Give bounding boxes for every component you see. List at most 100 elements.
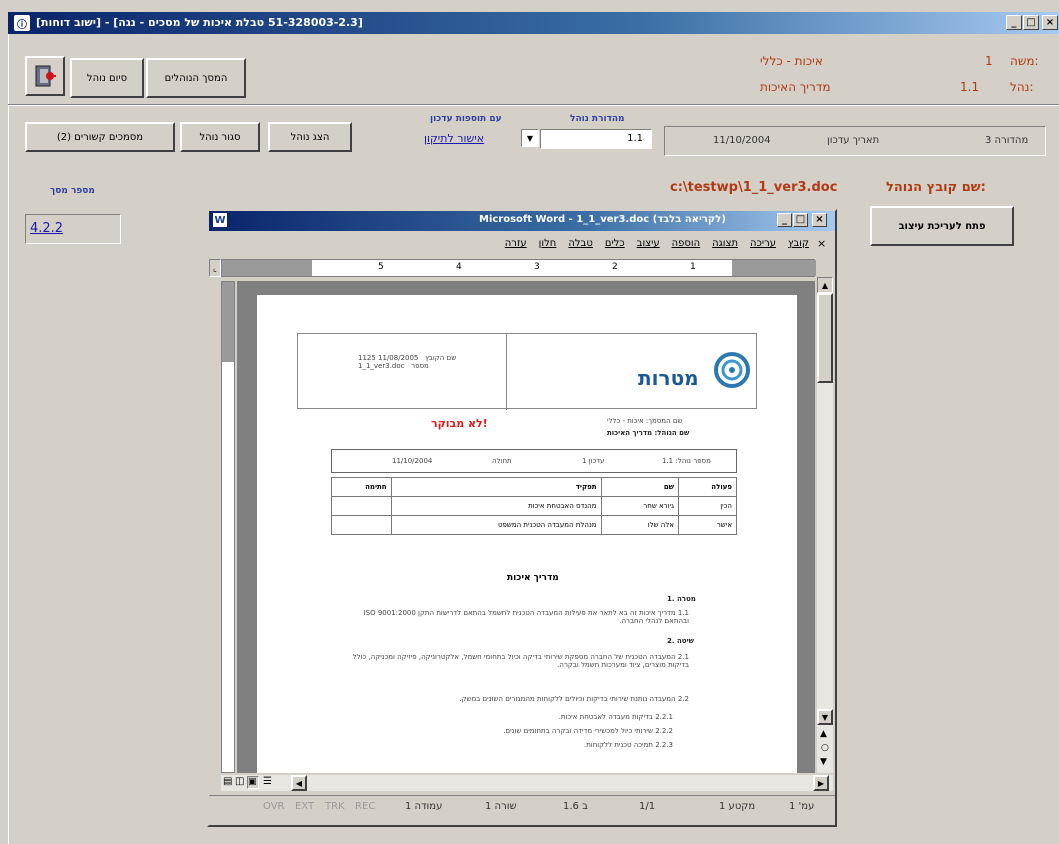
open-for-edit-button[interactable]: פתח לעריכת עיצוב — [870, 206, 1014, 246]
doc-title: מדריך איכות — [507, 573, 559, 583]
app-icon: ⓘ — [14, 15, 30, 31]
word-window[interactable]: W Microsoft Word - 1_1_ver3.doc (לקריאה … — [207, 209, 837, 827]
word-menu-item[interactable]: עריכה — [750, 238, 776, 249]
back-to-procedures-button[interactable]: המסך הנוהלים — [146, 58, 246, 98]
chevron-down-icon: ▼ — [526, 133, 534, 143]
divider — [8, 104, 1059, 106]
table-cell: מנהלת המעבדה הטכנית המשפט — [390, 515, 602, 535]
ruler-number: 4 — [456, 262, 462, 272]
field3-value: איכות - כללי — [760, 54, 823, 68]
not-controlled-text: לא מבוקר! — [431, 417, 488, 430]
vertical-ruler-top-margin — [222, 282, 234, 362]
revision-input[interactable]: 1.1 — [540, 129, 652, 149]
status-trk: TRK — [325, 801, 345, 812]
minimize-button[interactable]: _ — [1006, 15, 1022, 30]
ruler-number: 2 — [612, 262, 618, 272]
update-link[interactable]: אישור לתיקון — [424, 132, 484, 145]
logo-text: מטרות — [638, 366, 699, 390]
scroll-down-button[interactable]: ▼ — [817, 709, 833, 725]
horizontal-ruler: 1 2 3 4 5 — [221, 259, 816, 277]
related-docs-button[interactable]: מסמכים קשורים (2) — [25, 122, 175, 152]
word-icon: W — [213, 213, 227, 227]
maximize-button[interactable]: □ — [1023, 15, 1039, 30]
status-at: ב 1.6 — [563, 801, 588, 812]
doc-close-icon[interactable]: × — [817, 237, 826, 250]
table-cell — [331, 515, 392, 535]
word-menu-item[interactable]: הוספה — [672, 238, 701, 249]
update-label: עם תוספות עדכון — [430, 114, 502, 124]
view-web-icon[interactable]: ◫ — [235, 776, 244, 787]
prev-page-icon[interactable]: ▲ — [820, 729, 827, 739]
word-menu-item[interactable]: טבלה — [568, 238, 592, 249]
table-header-cell: חתימה — [331, 477, 392, 497]
vertical-scrollbar[interactable]: ▼ ▲ ○ ▼ — [817, 293, 833, 773]
doc-header-box: 1125 11/08/2005 שם הקובץ 1_1_ver3.doc מס… — [297, 333, 757, 410]
document-area: 1125 11/08/2005 שם הקובץ 1_1_ver3.doc מס… — [237, 281, 815, 773]
horizontal-scrollbar[interactable]: ▤ ◫ ▣ ☰ ◀ ▶ — [221, 775, 833, 791]
doc-header-divider — [506, 334, 507, 410]
word-minimize-button[interactable]: _ — [777, 213, 792, 227]
app-titlebar: ⓘ [ישוב דוחות] - [51-328003-2.3 טבלת איכ… — [8, 12, 1059, 34]
scroll-left-button[interactable]: ◀ — [291, 775, 307, 791]
word-menu-item[interactable]: עזרה — [505, 238, 527, 249]
show-procedure-button[interactable]: הצג נוהל — [268, 122, 352, 152]
info-date: 11/10/2004 — [392, 457, 433, 465]
word-menu-item[interactable]: כלים — [605, 238, 625, 249]
section1-title: 1. מטרה — [667, 595, 696, 603]
revision-dropdown-button[interactable]: ▼ — [521, 129, 539, 147]
ruler-number: 5 — [378, 262, 384, 272]
word-menubar: × קובץ עריכה תצוגה הוספה עיצוב כלים טבלה חלון עז… — [209, 233, 835, 255]
screen-number-value: 4.2.2 — [30, 221, 64, 236]
word-menu-item[interactable]: חלון — [539, 238, 557, 249]
scroll-up-button[interactable]: ▲ — [817, 277, 833, 293]
table-cell: גיורא שחר — [600, 496, 680, 516]
approval-table: פעולה שם תפקיד חתימה הכין גיורא שחר מהנדס האבט… — [331, 477, 737, 535]
table-cell: אישר — [678, 515, 737, 535]
close-button[interactable]: × — [1042, 15, 1058, 30]
table-header-cell: שם — [600, 477, 680, 497]
date-value: 11/10/2004 — [713, 135, 771, 146]
ruler-number: 3 — [534, 262, 540, 272]
scrollbar-thumb[interactable] — [817, 293, 833, 383]
screen-number-value-box: 4.2.2 — [25, 214, 121, 244]
status-section: מקטע 1 — [719, 801, 756, 812]
exit-procedure-button[interactable]: סיום נוהל — [70, 58, 144, 98]
word-close-button[interactable]: × — [812, 213, 827, 227]
table-cell: אלה שלו — [600, 515, 680, 535]
word-menu: קובץ עריכה תצוגה הוספה עיצוב כלים טבלה חלון עזרה — [505, 238, 809, 249]
ruler-tab-selector[interactable]: ⌞ — [209, 259, 221, 277]
info-valid: תחולה — [492, 457, 512, 465]
word-menu-item[interactable]: תצוגה — [712, 238, 738, 249]
browse-object-icon[interactable]: ○ — [821, 743, 829, 753]
field4-value: מדריך האיכות — [760, 80, 831, 94]
view-outline-icon[interactable]: ☰ — [263, 776, 272, 787]
section2-2-3: 2.2.3 תמיכה טכנית ללקוחות. — [583, 741, 673, 749]
word-menu-item[interactable]: עיצוב — [637, 238, 660, 249]
file-path-label: שם קובץ הנוהל: — [886, 180, 986, 195]
word-menu-item[interactable]: קובץ — [788, 238, 809, 249]
window-title: [ישוב דוחות] - [51-328003-2.3 טבלת איכות… — [36, 16, 363, 29]
date-label: תאריך עדכון — [827, 135, 880, 146]
file-path-value: c:\testwp\1_1_ver3.doc — [670, 180, 838, 195]
screen-number-label: מספר מסך — [50, 186, 95, 196]
exit-button[interactable] — [25, 56, 65, 96]
exit-door-icon — [35, 65, 56, 87]
date-panel: 11/10/2004 תאריך עדכון מהדורה 3 — [664, 126, 1046, 156]
ruler-number: 1 — [690, 262, 696, 272]
document-page: 1125 11/08/2005 שם הקובץ 1_1_ver3.doc מס… — [257, 295, 797, 773]
next-page-icon[interactable]: ▼ — [820, 757, 827, 767]
table-row: הכין גיורא שחר מהנדס האבטחת איכות — [331, 496, 737, 516]
doc-proc-name-2: שם הנוהל: מדריך האיכות — [607, 429, 690, 437]
word-titlebar: W Microsoft Word - 1_1_ver3.doc (לקריאה … — [209, 211, 835, 231]
status-pages: 1/1 — [639, 801, 656, 812]
status-line: שורה 1 — [485, 801, 517, 812]
logo-swirl-icon — [714, 352, 750, 388]
scroll-right-button[interactable]: ▶ — [813, 775, 829, 791]
view-print-icon[interactable]: ▣ — [247, 776, 259, 789]
doc-proc-name-1: שם המסמך: איכות - כללי — [607, 417, 683, 425]
doc-header-text: 1125 11/08/2005 שם הקובץ 1_1_ver3.doc מס… — [358, 354, 457, 370]
word-maximize-button[interactable]: □ — [793, 213, 808, 227]
section2-2-2: 2.2.2 שירותי כיול למכשירי מדידה ובקרה בת… — [503, 727, 673, 735]
close-procedure-button[interactable]: סגור נוהל — [180, 122, 260, 152]
view-normal-icon[interactable]: ▤ — [223, 776, 232, 787]
